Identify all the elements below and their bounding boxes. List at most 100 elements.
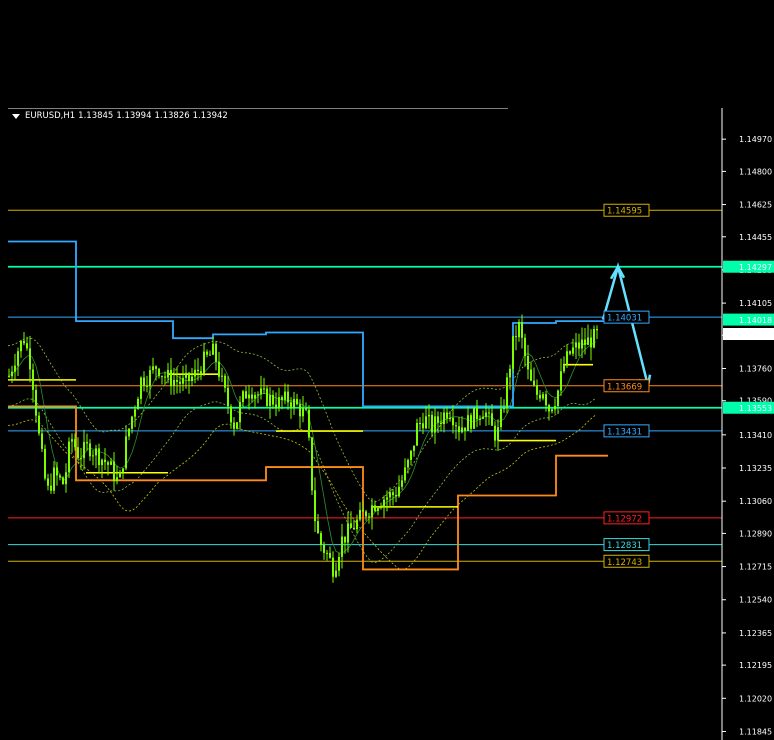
candle-body [281, 397, 283, 400]
candle-body [143, 377, 145, 386]
candle-body [437, 416, 439, 423]
candle-body [395, 495, 397, 497]
candle-body [581, 339, 583, 349]
candle-body [584, 339, 586, 345]
y-tick-label: 1.14800 [739, 167, 772, 176]
candle-body [290, 402, 292, 408]
level-label: 1.13669 [603, 379, 650, 393]
high-price: 1.13994 [116, 111, 152, 121]
candle-body [338, 556, 340, 571]
candle-body [17, 351, 19, 366]
candle-body [14, 365, 16, 372]
candle-body [524, 337, 526, 356]
candle-body [308, 409, 310, 438]
candle-body [467, 415, 469, 431]
candle-body [416, 422, 418, 446]
candle-body [356, 519, 358, 530]
candle-body [563, 364, 565, 372]
candle-body [494, 425, 496, 441]
candle-body [170, 369, 172, 386]
level-label: 1.13431 [603, 424, 650, 438]
candle-body [476, 407, 478, 420]
candle-body [545, 394, 547, 406]
price-tag-text: 1.13942 [739, 331, 772, 340]
low-price: 1.13826 [154, 111, 190, 121]
candle-body [575, 342, 577, 348]
candle-body [53, 467, 55, 491]
candle-body [287, 391, 289, 403]
price-tag: 1.14297 [723, 260, 774, 273]
candle-body [59, 475, 61, 478]
candle-body [518, 321, 520, 338]
candle-body [539, 394, 541, 399]
candle-body [245, 391, 247, 399]
candle-body [383, 499, 385, 508]
candle-body [251, 394, 253, 399]
candle-body [443, 412, 445, 425]
candle-body [302, 408, 304, 417]
forecast-arrow [601, 261, 652, 388]
y-tick-label: 1.14455 [739, 233, 772, 242]
price-tag: 1.13942 [723, 328, 774, 341]
candle-body [125, 436, 127, 469]
candle-body [299, 404, 301, 417]
level-label-text: 1.14031 [607, 314, 642, 324]
candle-body [542, 394, 544, 399]
candle-body [572, 347, 574, 354]
candle-body [116, 477, 118, 482]
candle-body [218, 361, 220, 377]
candle-body [479, 418, 481, 420]
candle-body [326, 552, 328, 554]
candle-body [398, 486, 400, 497]
candle-body [50, 485, 52, 491]
candle-body [458, 426, 460, 433]
y-tick-label: 1.14105 [739, 299, 772, 308]
level-label: 1.12972 [603, 511, 650, 524]
dropdown-triangle-icon[interactable] [12, 113, 20, 119]
candle-body [407, 459, 409, 468]
candle-body [95, 448, 97, 456]
candle-body [8, 376, 10, 378]
y-tick-label: 1.13760 [739, 365, 772, 374]
chart-canvas[interactable]: 1.149701.148001.146251.144551.142801.141… [8, 108, 774, 740]
level-label: 1.14595 [603, 203, 650, 217]
candle-body [311, 437, 313, 491]
level-label: 1.12743 [603, 554, 650, 568]
candle-body [227, 387, 229, 407]
candle-body [74, 439, 76, 448]
candle-body [503, 408, 505, 410]
candle-body [491, 413, 493, 426]
chart-window[interactable]: 1.149701.148001.146251.144551.142801.141… [8, 108, 774, 740]
candle-body [137, 398, 139, 410]
candle-body [215, 343, 217, 362]
candle-body [203, 351, 205, 374]
candle-body [593, 329, 595, 348]
candle-body [62, 477, 64, 485]
candle-body [185, 372, 187, 378]
y-tick-label: 1.12540 [739, 596, 772, 605]
outer-band-line [8, 414, 597, 571]
candle-body [23, 340, 25, 344]
indicator-lines [8, 240, 608, 571]
candle-body [65, 472, 67, 485]
candle-body [389, 492, 391, 498]
y-tick-label: 1.12890 [739, 529, 772, 538]
candle-body [470, 415, 472, 429]
candle-body [182, 377, 184, 384]
y-tick-label: 1.13410 [739, 431, 772, 440]
level-label-text: 1.12743 [607, 558, 642, 568]
candle-body [329, 552, 331, 558]
candle-body [122, 468, 124, 472]
candle-body [596, 329, 598, 331]
y-tick-label: 1.12020 [739, 694, 772, 703]
candle-body [263, 388, 265, 390]
candle-body [29, 348, 31, 370]
chart-header: EURUSD,H1 1.13845 1.13994 1.13826 1.1394… [8, 108, 228, 124]
candle-body [377, 508, 379, 511]
candle-body [320, 533, 322, 546]
candle-body [191, 376, 193, 382]
candle-body [272, 394, 274, 405]
candle-body [146, 385, 148, 387]
candle-body [569, 351, 571, 354]
candle-body [440, 422, 442, 425]
